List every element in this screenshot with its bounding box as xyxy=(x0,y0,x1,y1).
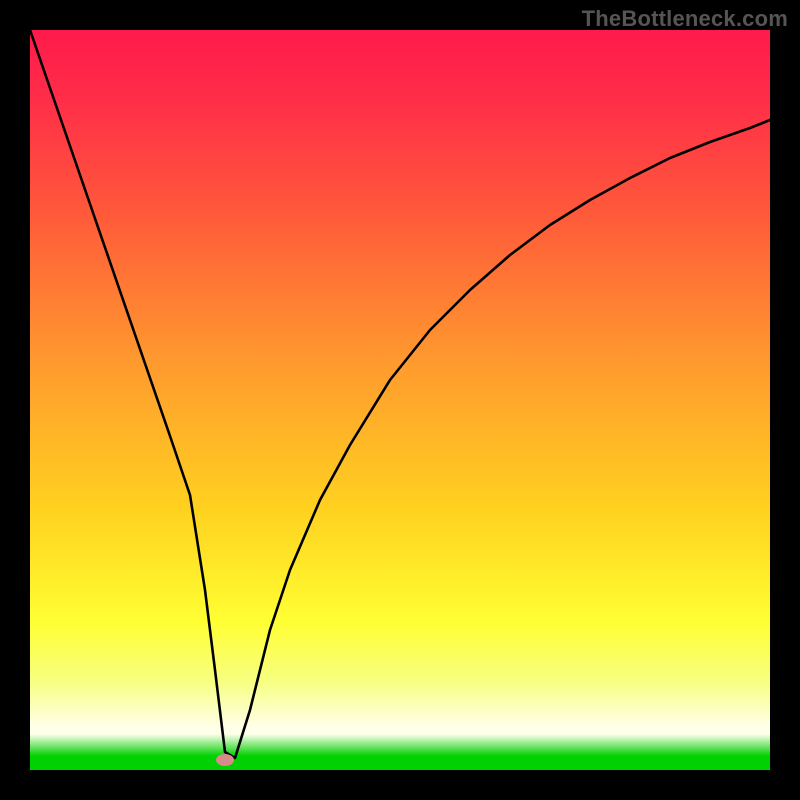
bottleneck-curve xyxy=(30,30,770,758)
chart-frame: TheBottleneck.com xyxy=(0,0,800,800)
watermark-text: TheBottleneck.com xyxy=(582,6,788,32)
minimum-marker xyxy=(216,754,234,766)
curve-layer xyxy=(30,30,770,770)
plot-area xyxy=(30,30,770,770)
